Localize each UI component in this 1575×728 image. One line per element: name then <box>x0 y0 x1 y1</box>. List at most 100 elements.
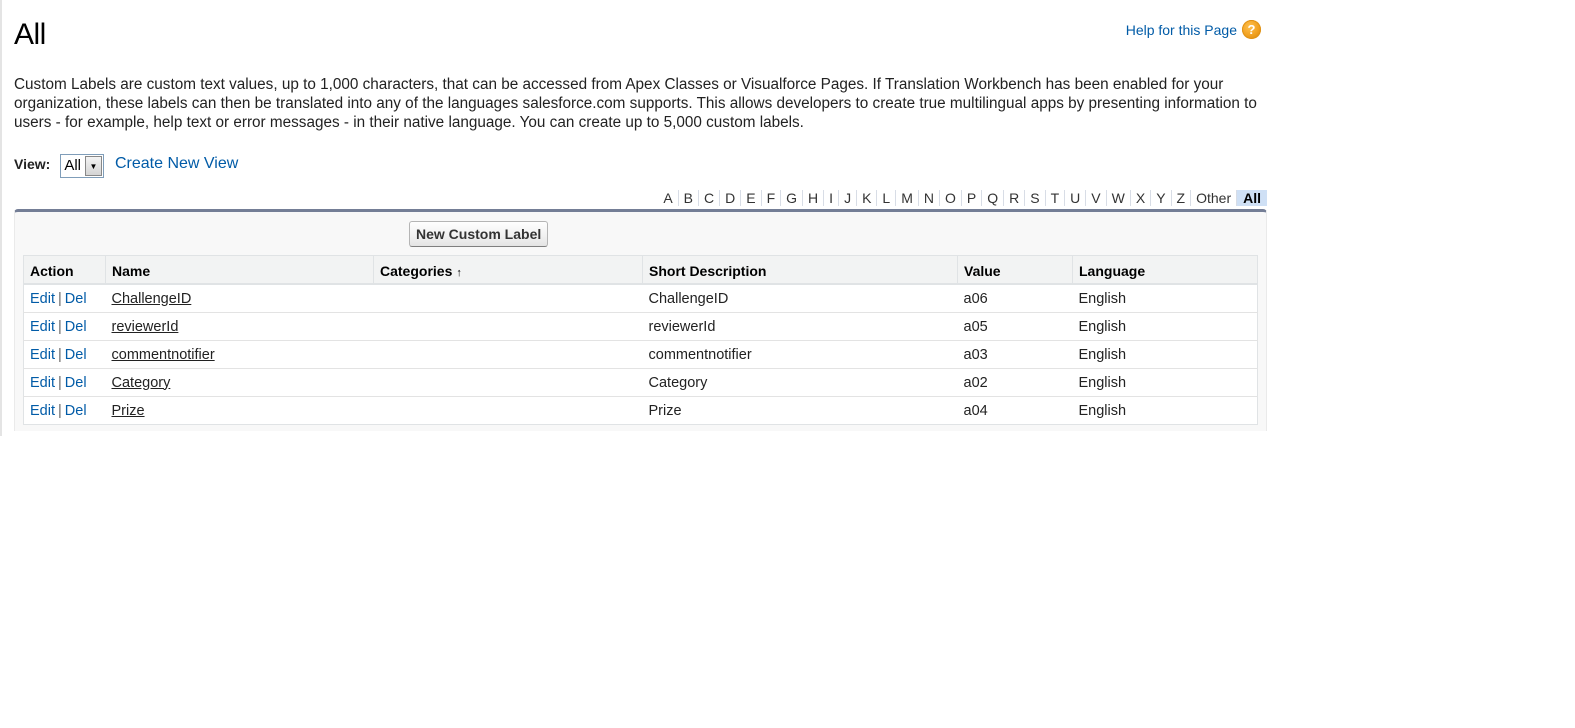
view-select-value: All <box>64 157 81 174</box>
alpha-filter-r[interactable]: R <box>1003 190 1024 206</box>
action-cell: Edit | Del <box>23 368 106 397</box>
column-header-value[interactable]: Value <box>957 255 1073 285</box>
alpha-filter-f[interactable]: F <box>760 190 781 206</box>
label-name-link[interactable]: ChallengeID <box>112 291 192 307</box>
label-name-link[interactable]: Prize <box>112 403 145 419</box>
column-header-categories-label: Categories <box>380 262 453 279</box>
custom-labels-page: All Help for this Page ? Custom Labels a… <box>14 0 1267 431</box>
name-cell: Prize <box>106 397 374 425</box>
edit-link[interactable]: Edit <box>30 347 55 363</box>
alpha-filter-k[interactable]: K <box>856 190 876 206</box>
label-name-link[interactable]: reviewerId <box>112 319 179 335</box>
table-header-row: Action Name Categories ↑ Short Descriptio… <box>23 255 1258 285</box>
table-row: Edit | Del reviewerId reviewerId a05 English <box>23 312 1258 341</box>
alpha-filter-j[interactable]: J <box>838 190 856 206</box>
table-row: Edit | Del Prize Prize a04 English <box>24 397 1258 425</box>
page-title: All <box>14 18 46 51</box>
short-description-cell: Category <box>642 368 958 397</box>
action-separator: | <box>58 402 62 419</box>
name-cell: commentnotifier <box>105 340 374 369</box>
name-cell: Category <box>105 368 374 397</box>
list-button-row: New Custom Label <box>23 220 1258 250</box>
column-header-categories[interactable]: Categories ↑ <box>373 255 643 285</box>
delete-link[interactable]: Del <box>65 291 87 307</box>
alpha-filter-y[interactable]: Y <box>1150 190 1170 206</box>
alpha-filter-d[interactable]: D <box>719 190 740 206</box>
short-description-cell: Prize <box>648 402 682 419</box>
alpha-filter-all[interactable]: All <box>1236 190 1267 206</box>
alpha-filter-c[interactable]: C <box>698 190 719 206</box>
alpha-filter-s[interactable]: S <box>1024 190 1044 206</box>
value-cell: a05 <box>957 312 1073 341</box>
alpha-filter-m[interactable]: M <box>895 190 918 206</box>
name-cell: ChallengeID <box>105 284 374 313</box>
alpha-filter-v[interactable]: V <box>1085 190 1105 206</box>
page-description: Custom Labels are custom text values, up… <box>14 76 1257 131</box>
alphabet-filter-bar: A B C D E F G H I J K L M N O P Q R S T U V W X Y Z Other All <box>14 189 1267 207</box>
alpha-filter-p[interactable]: P <box>960 190 981 206</box>
create-new-view-link[interactable]: Create New View <box>115 155 238 173</box>
language-cell: English <box>1072 340 1258 369</box>
language-cell: English <box>1078 402 1127 419</box>
alpha-filter-q[interactable]: Q <box>981 190 1003 206</box>
delete-link[interactable]: Del <box>65 319 87 335</box>
view-selector-row: View: All ▼ Create New View <box>14 153 1267 179</box>
table-row: Edit | Del Category Category a02 English <box>23 368 1258 397</box>
column-header-action: Action <box>23 255 106 285</box>
edit-link[interactable]: Edit <box>30 375 55 391</box>
alpha-filter-other[interactable]: Other <box>1190 190 1236 206</box>
alpha-filter-t[interactable]: T <box>1044 190 1065 206</box>
sort-ascending-icon: ↑ <box>456 266 462 279</box>
action-cell: Edit | Del <box>23 312 106 341</box>
alpha-filter-i[interactable]: I <box>823 190 838 206</box>
value-cell: a04 <box>963 402 988 419</box>
label-name-link[interactable]: commentnotifier <box>112 347 215 363</box>
alpha-filter-w[interactable]: W <box>1105 190 1130 206</box>
alpha-filter-n[interactable]: N <box>917 190 939 206</box>
alpha-filter-b[interactable]: B <box>677 190 698 206</box>
value-cell: a02 <box>957 368 1073 397</box>
alpha-filter-h[interactable]: H <box>802 190 823 206</box>
alpha-filter-a[interactable]: A <box>658 190 677 206</box>
alpha-filter-o[interactable]: O <box>939 190 961 206</box>
view-label: View: <box>14 155 51 172</box>
help-for-this-page-link[interactable]: Help for this Page ? <box>1126 20 1261 39</box>
table-row: Edit | Del ChallengeID ChallengeID a06 English <box>23 284 1258 313</box>
edit-link[interactable]: Edit <box>30 291 55 307</box>
categories-cell <box>373 368 643 397</box>
alpha-filter-z[interactable]: Z <box>1170 190 1191 206</box>
table-row: Edit | Del commentnotifier commentnotifier a0… <box>23 340 1258 369</box>
alpha-filter-u[interactable]: U <box>1064 190 1085 206</box>
action-cell: Edit | Del <box>23 284 106 313</box>
column-header-value-label: Value <box>964 262 1001 279</box>
new-custom-label-button[interactable]: New Custom Label <box>409 221 549 247</box>
action-cell: Edit | Del <box>24 397 106 425</box>
alpha-filter-x[interactable]: X <box>1129 190 1150 206</box>
column-header-name-label: Name <box>112 262 151 279</box>
delete-link[interactable]: Del <box>65 403 87 419</box>
view-select[interactable]: All ▼ <box>60 154 104 178</box>
delete-link[interactable]: Del <box>65 375 87 391</box>
edit-link[interactable]: Edit <box>30 319 55 335</box>
alpha-filter-l[interactable]: L <box>876 190 895 206</box>
short-description-cell: reviewerId <box>642 312 958 341</box>
alpha-filter-e[interactable]: E <box>740 190 760 206</box>
action-separator: | <box>58 290 62 307</box>
chevron-down-icon[interactable]: ▼ <box>84 156 102 176</box>
edit-link[interactable]: Edit <box>30 403 55 419</box>
column-header-name[interactable]: Name <box>105 255 374 285</box>
help-link-label: Help for this Page <box>1125 21 1237 38</box>
action-cell: Edit | Del <box>23 340 106 369</box>
custom-labels-list-panel: New Custom Label Action Name Categories ↑… <box>14 209 1267 431</box>
value-cell: a03 <box>957 340 1073 369</box>
action-separator: | <box>58 318 62 335</box>
label-name-link[interactable]: Category <box>112 375 171 391</box>
categories-cell <box>373 340 643 369</box>
categories-cell <box>374 397 643 425</box>
language-cell: English <box>1072 312 1258 341</box>
delete-link[interactable]: Del <box>65 347 87 363</box>
name-cell: reviewerId <box>105 312 374 341</box>
alpha-filter-g[interactable]: G <box>780 190 802 206</box>
column-header-language[interactable]: Language <box>1072 255 1258 285</box>
column-header-short-description[interactable]: Short Description <box>642 255 958 285</box>
